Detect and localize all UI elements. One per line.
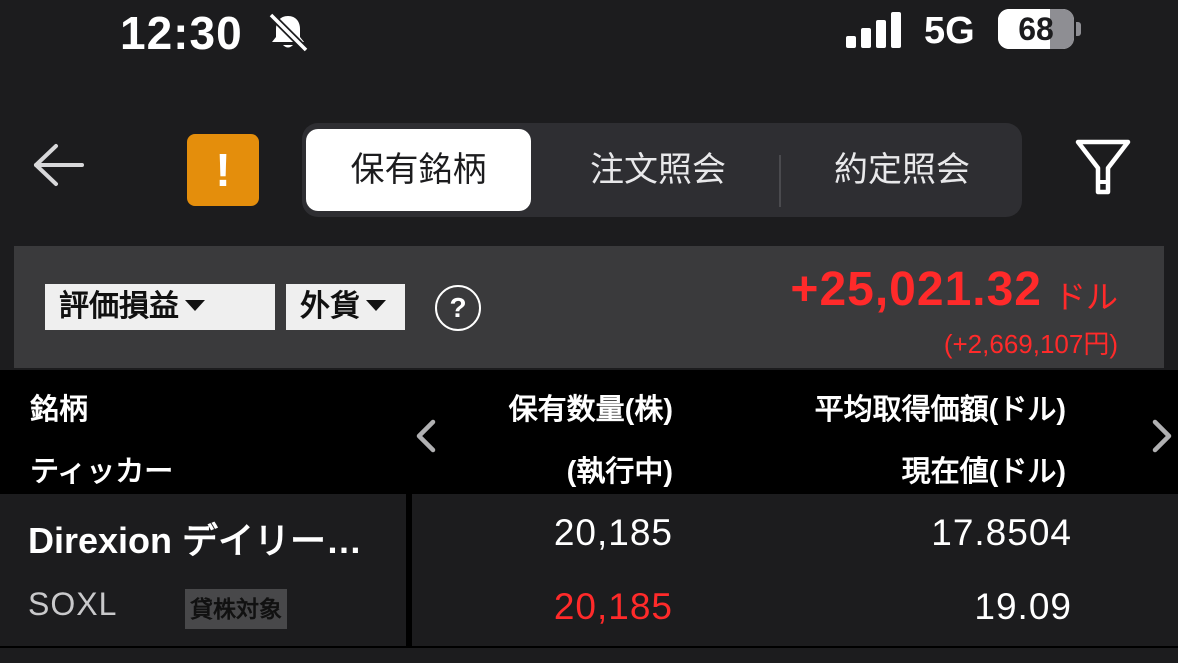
battery-icon: 68 xyxy=(998,9,1074,49)
tab-execution-inquiry[interactable]: 約定照会 xyxy=(786,129,1018,211)
alert-button[interactable]: ! xyxy=(187,134,259,206)
holding-executing: 20,185 xyxy=(553,586,673,627)
header-current-price: 現在値(ドル) xyxy=(901,456,1066,488)
header-executing: (執行中) xyxy=(566,456,673,488)
dropdown-caret-icon xyxy=(185,300,205,311)
status-bar: 12:30 5G 68 xyxy=(0,0,1178,70)
column-divider xyxy=(406,494,412,646)
back-arrow-icon[interactable] xyxy=(30,140,86,190)
table-row[interactable]: Direxion デイリー… SOXL 貸株対象 20,185 20,185 1… xyxy=(0,494,1178,648)
currency-dropdown[interactable]: 外貨 xyxy=(286,284,405,330)
header-name: 銘柄 xyxy=(30,394,89,426)
dropdown-caret-icon xyxy=(366,300,386,311)
pl-type-label: 評価損益 xyxy=(59,290,179,323)
next-row-edge xyxy=(0,648,1178,663)
pl-type-dropdown[interactable]: 評価損益 xyxy=(45,284,275,330)
pl-unit: ドル xyxy=(1053,279,1118,315)
table-header: 銘柄 ティッカー 保有数量(株) (執行中) 平均取得価額(ドル) 現在値(ドル… xyxy=(0,370,1178,494)
holding-quantity: 20,185 xyxy=(553,512,673,553)
tab-divider xyxy=(779,155,781,207)
status-time: 12:30 xyxy=(120,7,243,59)
pl-value: +25,021.32 xyxy=(790,263,1042,316)
holding-ticker: SOXL xyxy=(28,586,118,622)
header-avg-price: 平均取得価額(ドル) xyxy=(814,394,1066,426)
header-ticker: ティッカー xyxy=(30,456,174,488)
pl-yen-value: (+2,669,107円) xyxy=(943,329,1118,359)
chevron-left-icon[interactable] xyxy=(414,418,438,454)
pl-value-wrap: +25,021.32 xyxy=(790,262,1042,317)
battery-percent: 68 xyxy=(1018,11,1054,47)
tab-holdings[interactable]: 保有銘柄 xyxy=(306,129,531,211)
pl-summary-panel: 評価損益 外貨 ? +25,021.32 ドル (+2,669,107円) xyxy=(14,246,1164,368)
app-header: ! 保有銘柄 注文照会 約定照会 xyxy=(0,110,1178,234)
segmented-tabs: 保有銘柄 注文照会 約定照会 xyxy=(302,123,1022,217)
battery-cap xyxy=(1076,22,1081,36)
bell-slash-icon xyxy=(268,12,309,52)
header-quantity: 保有数量(株) xyxy=(508,394,673,426)
filter-icon[interactable] xyxy=(1074,138,1132,198)
network-type: 5G xyxy=(924,10,975,52)
holding-name: Direxion デイリー… xyxy=(28,520,363,561)
tab-order-inquiry[interactable]: 注文照会 xyxy=(542,129,774,211)
lending-badge: 貸株対象 xyxy=(185,589,287,629)
currency-label: 外貨 xyxy=(300,290,360,323)
chevron-right-icon[interactable] xyxy=(1150,418,1174,454)
signal-icon xyxy=(846,12,901,48)
holding-current-price: 19.09 xyxy=(974,586,1072,627)
help-icon[interactable]: ? xyxy=(435,285,481,331)
holding-avg-price: 17.8504 xyxy=(931,512,1072,553)
